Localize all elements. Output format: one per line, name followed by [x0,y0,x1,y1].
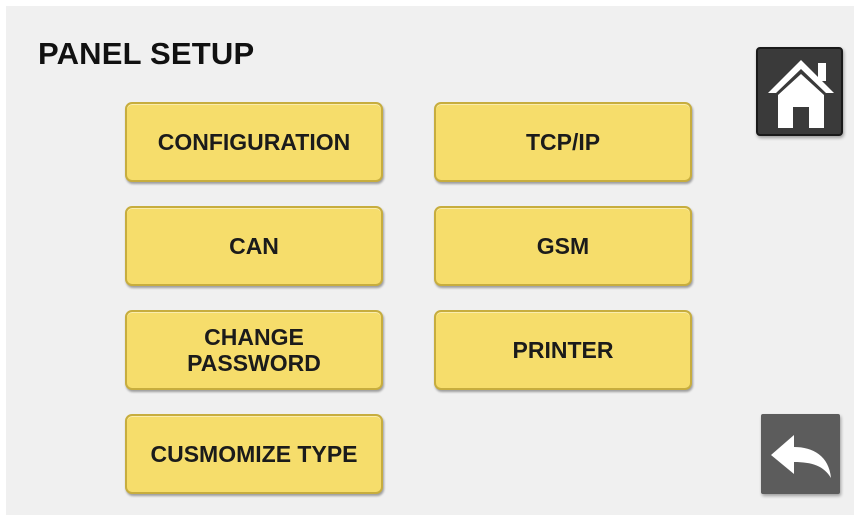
back-arrow-icon [771,435,831,478]
back-button[interactable] [761,414,840,494]
change-password-button[interactable]: CHANGE PASSWORD [125,310,383,390]
gsm-button[interactable]: GSM [434,206,692,286]
printer-button-label: PRINTER [512,336,614,363]
configuration-button[interactable]: CONFIGURATION [125,102,383,182]
printer-button[interactable]: PRINTER [434,310,692,390]
tcp-ip-button[interactable]: TCP/IP [434,102,692,182]
customize-type-button[interactable]: CUSMOMIZE TYPE [125,414,383,494]
home-button[interactable] [756,47,843,136]
page-title: PANEL SETUP [38,36,255,71]
panel-setup-screen: PANEL SETUP CONFIGURATION TCP/IP CAN GSM… [6,6,854,515]
tcp-ip-button-label: TCP/IP [525,128,601,155]
gsm-button-label: GSM [536,232,590,259]
change-password-button-label: CHANGE PASSWORD [187,323,321,376]
can-button[interactable]: CAN [125,206,383,286]
can-button-label: CAN [229,232,279,259]
home-icon [768,60,834,128]
configuration-button-label: CONFIGURATION [157,128,351,155]
customize-type-button-label: CUSMOMIZE TYPE [150,440,358,467]
